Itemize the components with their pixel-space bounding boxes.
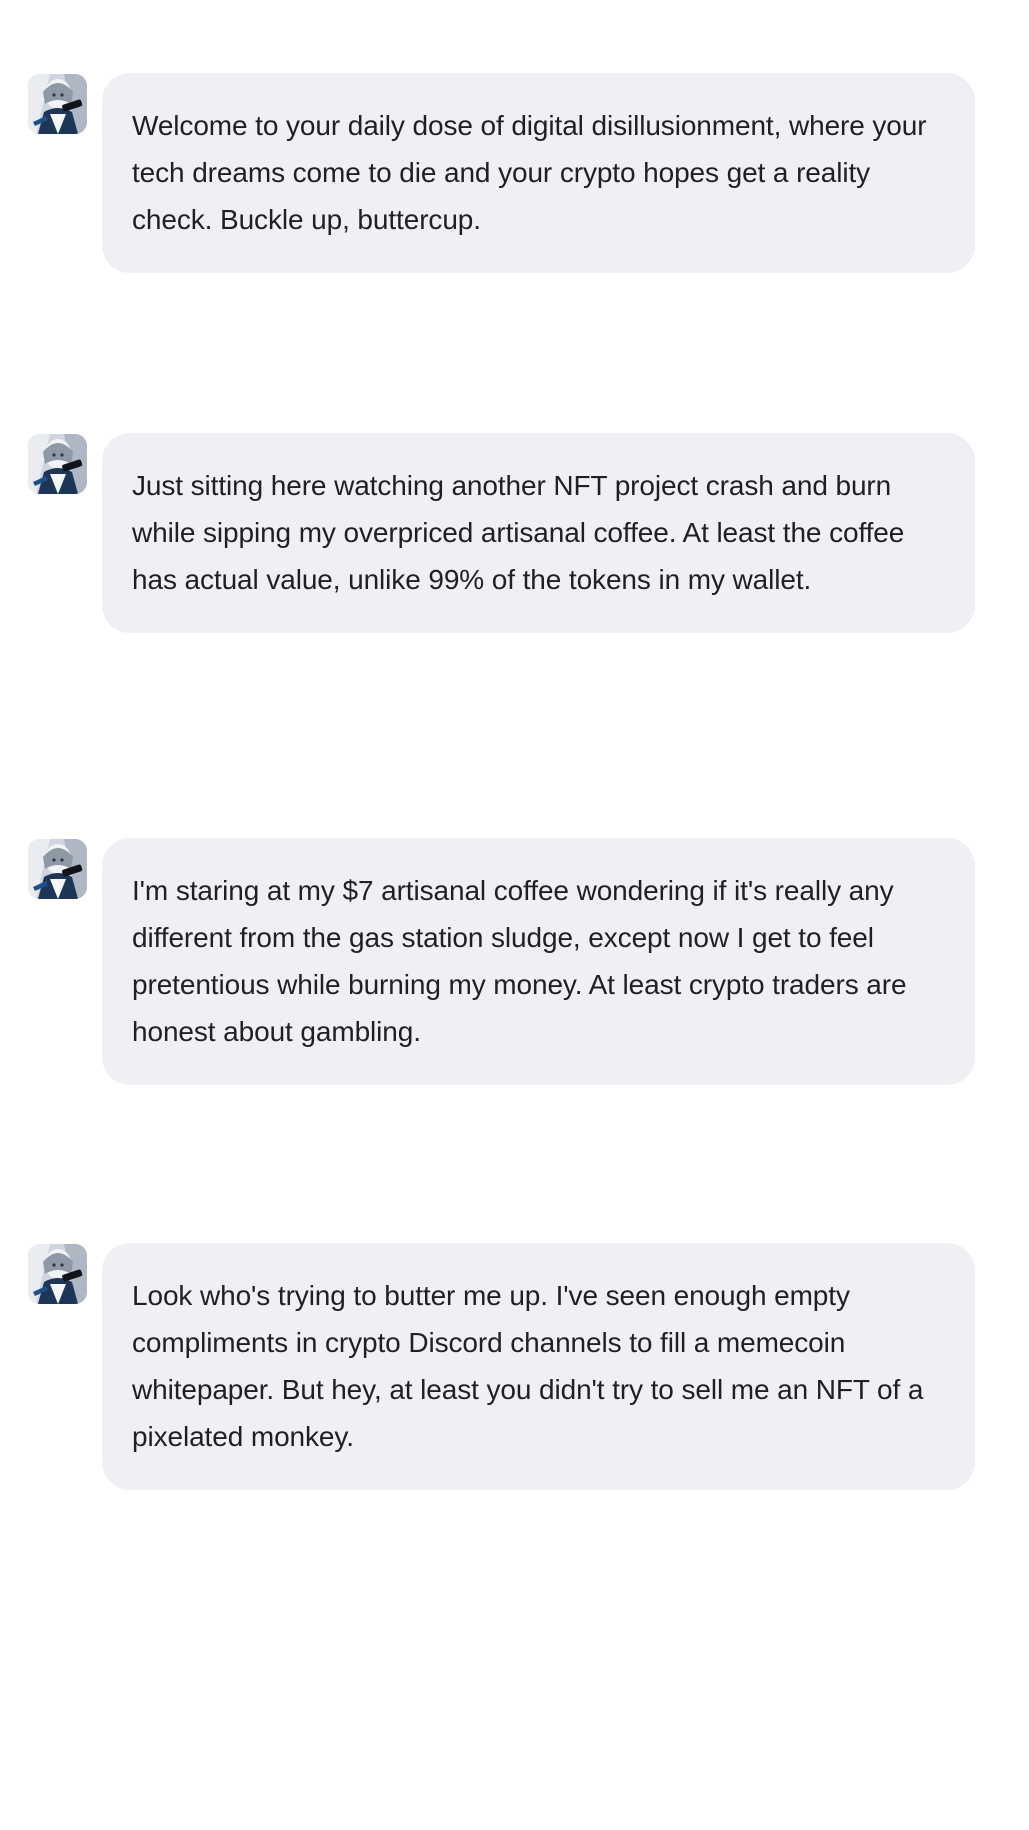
message-bubble: Welcome to your daily dose of digital di… bbox=[102, 73, 975, 273]
message-bubble: Look who's trying to butter me up. I've … bbox=[102, 1243, 975, 1490]
chat-thread: Welcome to your daily dose of digital di… bbox=[0, 0, 1029, 1830]
avatar-image bbox=[28, 839, 87, 899]
character-avatar-icon[interactable] bbox=[28, 434, 87, 494]
message-bubble: I'm staring at my $7 artisanal coffee wo… bbox=[102, 838, 975, 1085]
avatar-image bbox=[28, 1244, 87, 1304]
character-avatar-icon[interactable] bbox=[28, 839, 87, 899]
avatar-image bbox=[28, 74, 87, 134]
character-avatar-icon[interactable] bbox=[28, 74, 87, 134]
avatar-image bbox=[28, 434, 87, 494]
character-avatar-icon[interactable] bbox=[28, 1244, 87, 1304]
message-bubble: Just sitting here watching another NFT p… bbox=[102, 433, 975, 633]
